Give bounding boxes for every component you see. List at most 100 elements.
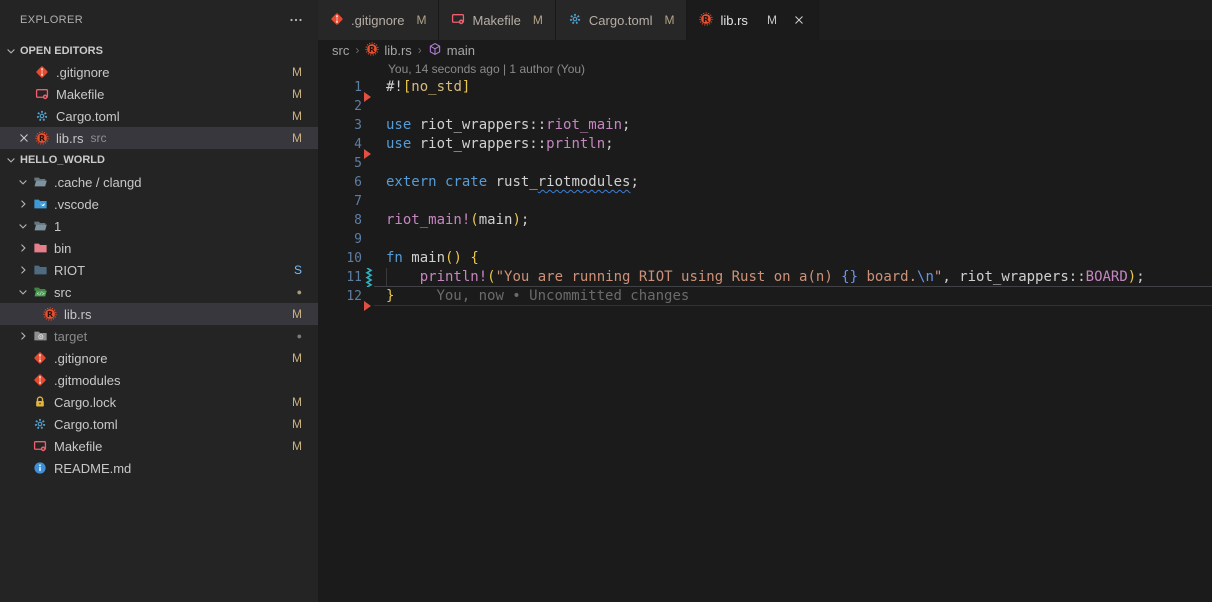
- open-editor-item-makefile[interactable]: MakefileM: [0, 83, 318, 105]
- tree-item-cargo-toml[interactable]: Cargo.tomlM: [0, 413, 318, 435]
- tab-lib-rs[interactable]: Rlib.rsM: [687, 0, 818, 40]
- explorer-title: EXPLORER: [20, 14, 83, 26]
- open-editor-item-lib-rs[interactable]: Rlib.rssrcM: [0, 127, 318, 149]
- code-line-5[interactable]: 5: [318, 154, 1212, 173]
- svg-text:R: R: [369, 44, 375, 53]
- svg-text:R: R: [47, 310, 53, 319]
- explorer-sidebar: EXPLORER OPEN EDITORS .gitignoreMMakefil…: [0, 0, 318, 602]
- tab-makefile[interactable]: MakefileM: [439, 0, 555, 40]
- line-number[interactable]: 2: [318, 97, 362, 116]
- line-number[interactable]: 5: [318, 154, 362, 173]
- code-line-9[interactable]: 9: [318, 230, 1212, 249]
- gear-blue-icon: [34, 109, 50, 123]
- inline-blame: You, now • Uncommitted changes: [436, 287, 689, 306]
- section-workspace[interactable]: HELLO_WORLD: [0, 149, 318, 171]
- modified-badge: M: [292, 65, 302, 79]
- line-number[interactable]: 10: [318, 249, 362, 268]
- tree-item-cargo-lock[interactable]: Cargo.lockM: [0, 391, 318, 413]
- tree-item-makefile[interactable]: MakefileM: [0, 435, 318, 457]
- modified-badge: M: [664, 13, 674, 27]
- line-number[interactable]: 4: [318, 135, 362, 154]
- file-label: lib.rs: [64, 307, 91, 322]
- chevron-down-icon: [14, 176, 32, 188]
- code-line-1[interactable]: 1#![no_std]: [318, 78, 1212, 97]
- open-editor-item-gitignore[interactable]: .gitignoreM: [0, 61, 318, 83]
- code-line-3[interactable]: 3use riot_wrappers::riot_main;: [318, 116, 1212, 135]
- code-line-12[interactable]: 12}You, now • Uncommitted changes: [318, 287, 1212, 306]
- chevron-right-icon: [14, 198, 32, 210]
- line-number[interactable]: 9: [318, 230, 362, 249]
- code-line-7[interactable]: 7: [318, 192, 1212, 211]
- rust-icon: R: [42, 307, 58, 321]
- deleted-lines-icon: [364, 301, 371, 311]
- file-label: Cargo.toml: [56, 109, 120, 124]
- tree-item-cache-clangd[interactable]: .cache / clangd: [0, 171, 318, 193]
- more-actions-icon[interactable]: [288, 12, 304, 28]
- line-number[interactable]: 12: [318, 287, 362, 306]
- folder-target-icon: [32, 329, 48, 343]
- tree-item-1[interactable]: 1: [0, 215, 318, 237]
- line-number[interactable]: 1: [318, 78, 362, 97]
- tab-cargo-toml[interactable]: Cargo.tomlM: [556, 0, 688, 40]
- line-number[interactable]: 6: [318, 173, 362, 192]
- modified-badge: M: [767, 13, 777, 27]
- svg-text:R: R: [39, 134, 45, 143]
- code-line-4[interactable]: 4use riot_wrappers::println;: [318, 135, 1212, 154]
- gear-blue-icon: [568, 12, 582, 29]
- modified-badge: M: [292, 395, 302, 409]
- file-path-detail: src: [90, 131, 106, 145]
- vscode-window: EXPLORER OPEN EDITORS .gitignoreMMakefil…: [0, 0, 1212, 602]
- line-content: #![no_std]: [362, 78, 470, 97]
- tree-item-vscode[interactable]: .vscode: [0, 193, 318, 215]
- tree-item-riot[interactable]: RIOTS: [0, 259, 318, 281]
- breadcrumb-item-src[interactable]: src: [332, 43, 349, 58]
- line-number[interactable]: 7: [318, 192, 362, 211]
- file-label: Makefile: [54, 439, 102, 454]
- tree-item-lib-rs[interactable]: Rlib.rsM: [0, 303, 318, 325]
- editor-group: .gitignoreMMakefileMCargo.tomlMRlib.rsM …: [318, 0, 1212, 602]
- code-line-6[interactable]: 6extern crate rust_riotmodules;: [318, 173, 1212, 192]
- code-line-2[interactable]: 2: [318, 97, 1212, 116]
- code-line-8[interactable]: 8riot_main!(main);: [318, 211, 1212, 230]
- line-number[interactable]: 11: [318, 268, 362, 287]
- modified-badge: M: [292, 131, 302, 145]
- chevron-down-icon: [14, 286, 32, 298]
- tab-label: lib.rs: [720, 13, 747, 28]
- tree-item-gitmodules[interactable]: .gitmodules: [0, 369, 318, 391]
- tree-item-bin[interactable]: bin: [0, 237, 318, 259]
- code-line-10[interactable]: 10fn main() {: [318, 249, 1212, 268]
- line-number[interactable]: 8: [318, 211, 362, 230]
- tree-item-target[interactable]: target●: [0, 325, 318, 347]
- open-editor-item-cargo-toml[interactable]: Cargo.tomlM: [0, 105, 318, 127]
- tree-item-src[interactable]: </>src●: [0, 281, 318, 303]
- chevron-down-icon: [3, 43, 19, 59]
- blame-heading: You, 14 seconds ago | 1 author (You): [318, 60, 1212, 78]
- submodule-badge: S: [294, 263, 302, 277]
- explorer-header: EXPLORER: [0, 0, 318, 40]
- tree-item-readme-md[interactable]: README.md: [0, 457, 318, 479]
- line-number[interactable]: 3: [318, 116, 362, 135]
- close-icon[interactable]: [16, 131, 32, 145]
- breadcrumb-label: main: [447, 43, 475, 58]
- rust-icon: R: [365, 42, 379, 59]
- modified-badge: M: [533, 13, 543, 27]
- svg-text:</>: </>: [36, 291, 44, 297]
- breadcrumb-item-main[interactable]: main: [428, 42, 475, 59]
- folder-open-icon: [32, 219, 48, 233]
- cube-icon: [428, 42, 442, 59]
- deleted-lines-icon: [364, 149, 371, 159]
- folder-vscode-icon: [32, 197, 48, 211]
- lock-icon: [32, 395, 48, 409]
- line-content: use riot_wrappers::riot_main;: [362, 116, 630, 135]
- close-icon[interactable]: [792, 13, 806, 27]
- code-line-11[interactable]: 11 println!("You are running RIOT using …: [318, 268, 1212, 287]
- tree-item-gitignore[interactable]: .gitignoreM: [0, 347, 318, 369]
- breadcrumb-item-lib-rs[interactable]: Rlib.rs: [365, 42, 411, 59]
- section-open-editors[interactable]: OPEN EDITORS: [0, 40, 318, 61]
- tab-gitignore[interactable]: .gitignoreM: [318, 0, 439, 40]
- chevron-right-icon: [14, 242, 32, 254]
- workspace-label: HELLO_WORLD: [20, 154, 105, 166]
- line-content: extern crate rust_riotmodules;: [362, 173, 639, 192]
- folder-bin-icon: [32, 241, 48, 255]
- file-label: target: [54, 329, 87, 344]
